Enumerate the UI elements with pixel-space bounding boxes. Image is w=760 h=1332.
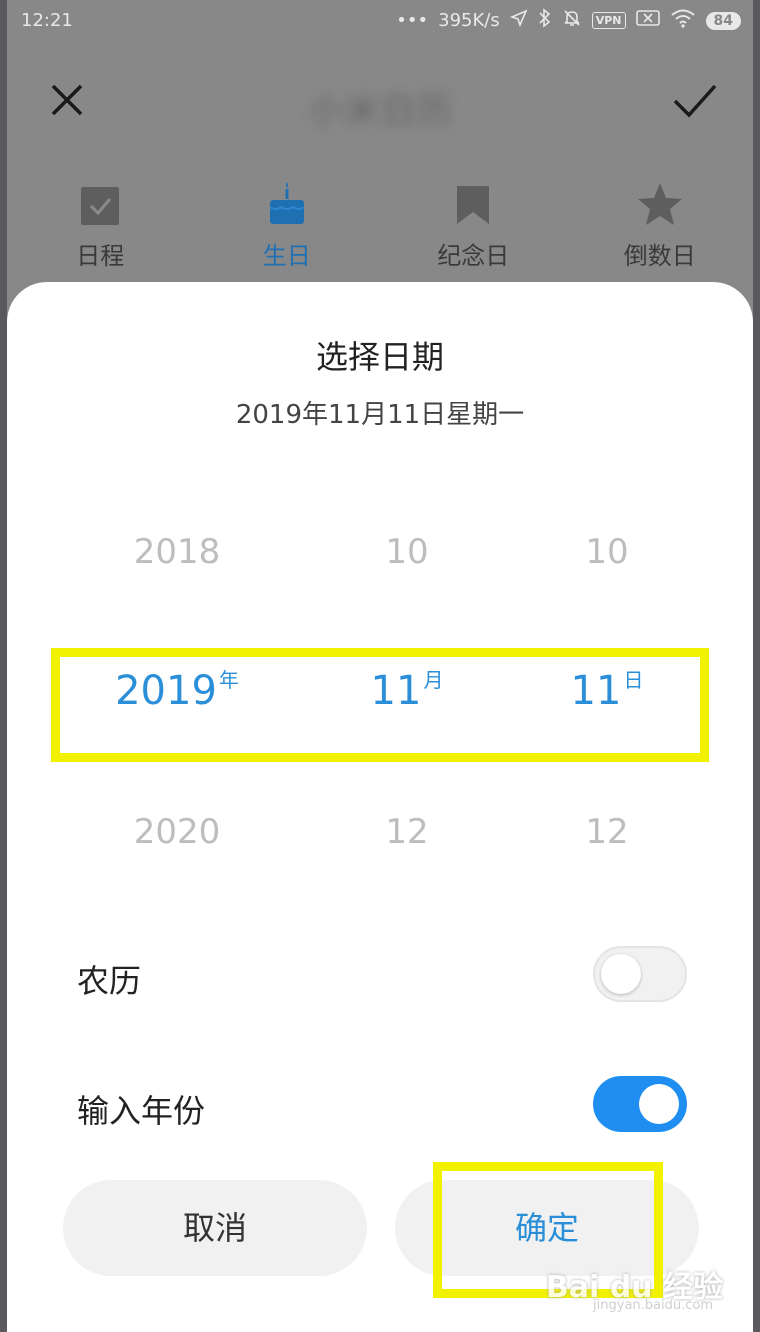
phone-screen: 12:21 ••• 395K/s VPN 84 小米日历 日程 生日 纪念日 倒… — [7, 0, 753, 1332]
lunar-label: 农历 — [77, 962, 142, 1000]
input-year-toggle[interactable] — [593, 1076, 687, 1132]
day-option[interactable]: 10 — [537, 532, 677, 572]
tab-schedule[interactable]: 日程 — [7, 180, 194, 280]
status-bar: 12:21 ••• 395K/s VPN 84 — [7, 0, 753, 44]
toggle-knob — [601, 954, 641, 994]
tab-birthday[interactable]: 生日 — [194, 180, 381, 280]
bluetooth-icon — [538, 8, 552, 33]
input-year-label: 输入年份 — [77, 1092, 206, 1130]
tab-label-schedule: 日程 — [76, 242, 125, 270]
highlight-box-date — [51, 648, 709, 762]
star-icon — [637, 180, 683, 226]
status-icons: ••• 395K/s VPN 84 — [396, 8, 741, 33]
dialog-title: 选择日期 — [315, 338, 444, 376]
input-year-setting-row: 输入年份 — [77, 1076, 687, 1136]
tab-countdown[interactable]: 倒数日 — [567, 180, 754, 280]
bookmark-icon — [450, 180, 496, 226]
event-type-tabs: 日程 生日 纪念日 倒数日 — [7, 180, 753, 280]
mute-bell-icon — [562, 8, 582, 33]
month-option[interactable]: 12 — [337, 812, 477, 852]
year-option[interactable]: 2020 — [97, 812, 257, 852]
lunar-toggle[interactable] — [593, 946, 687, 1002]
lunar-setting-row: 农历 — [77, 946, 687, 1006]
battery-indicator: 84 — [705, 11, 741, 30]
checkmark-icon — [673, 84, 717, 118]
picker-row-previous: 2018 10 10 — [7, 532, 753, 602]
wifi-icon — [670, 8, 696, 33]
net-speed: 395K/s — [438, 10, 500, 31]
tab-label-birthday: 生日 — [262, 242, 311, 270]
page-title: 小米日历 — [307, 91, 452, 132]
status-time: 12:21 — [21, 10, 73, 31]
checkbox-icon — [77, 180, 123, 226]
picker-row-next: 2020 12 12 — [7, 812, 753, 882]
location-icon — [509, 9, 528, 32]
day-option[interactable]: 12 — [537, 812, 677, 852]
cake-icon — [264, 180, 310, 226]
more-dots-icon: ••• — [396, 10, 429, 31]
tab-label-anniversary: 纪念日 — [437, 242, 510, 270]
confirm-button[interactable] — [669, 74, 721, 126]
top-bar: 小米日历 — [7, 60, 753, 140]
tab-label-countdown: 倒数日 — [623, 242, 696, 270]
cancel-button[interactable]: 取消 — [63, 1180, 367, 1276]
vpn-badge: VPN — [591, 12, 626, 29]
toggle-knob — [639, 1084, 679, 1124]
month-option[interactable]: 10 — [337, 532, 477, 572]
tab-anniversary[interactable]: 纪念日 — [380, 180, 567, 280]
watermark-url: jingyan.baidu.com — [593, 1298, 713, 1313]
no-sim-icon — [635, 9, 660, 32]
selected-date-summary: 2019年11月11日星期一 — [235, 400, 525, 430]
year-option[interactable]: 2018 — [97, 532, 257, 572]
